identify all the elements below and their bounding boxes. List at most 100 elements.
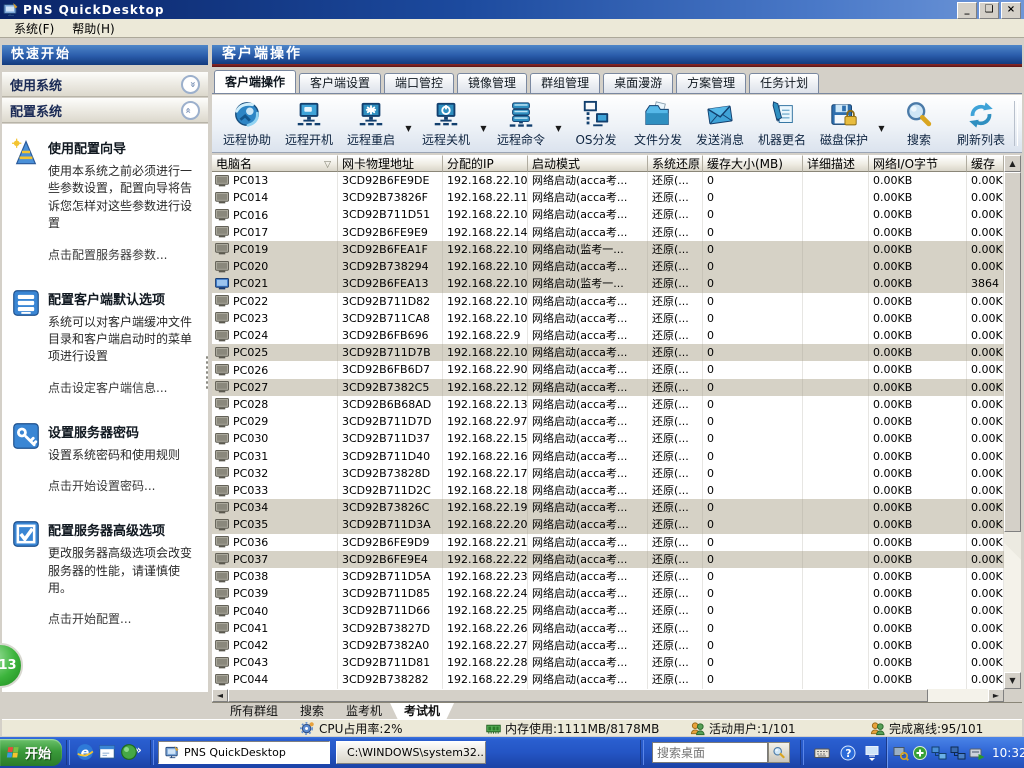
table-row[interactable]: PC0313CD92B711D40192.168.22.16网络启动(acca考… <box>212 448 1004 465</box>
disk-protect-dropdown-arrow-icon[interactable]: ▼ <box>875 95 888 152</box>
search-input[interactable] <box>652 742 768 763</box>
quicklaunch-sphere-icon[interactable] <box>120 743 138 761</box>
column-header-3[interactable]: 启动模式 <box>528 155 648 172</box>
tray-tray-drive-icon[interactable] <box>969 745 985 761</box>
tab-client-ops[interactable]: 客户端操作 <box>214 70 296 93</box>
quicklaunch-window-icon[interactable] <box>98 743 116 761</box>
tab-plan-mgmt[interactable]: 方案管理 <box>676 73 746 93</box>
search-go-button[interactable] <box>768 742 790 763</box>
sidebar-item-link-config-wizard[interactable]: 点击配置服务器参数... <box>48 246 198 263</box>
file-distribute-button[interactable]: 文件分发 <box>627 95 689 152</box>
table-row[interactable]: PC0143CD92B73826F192.168.22.112网络启动(acca… <box>212 189 1004 206</box>
sidebar-item-link-server-advanced[interactable]: 点击开始配置... <box>48 610 198 627</box>
table-row[interactable]: PC0383CD92B711D5A192.168.22.23网络启动(acca考… <box>212 568 1004 585</box>
table-row[interactable]: PC0163CD92B711D51192.168.22.102网络启动(acca… <box>212 206 1004 223</box>
column-header-2[interactable]: 分配的IP <box>443 155 528 172</box>
chevron-down-icon[interactable]: » <box>181 75 200 94</box>
tray-tray-net1-icon[interactable] <box>931 745 947 761</box>
table-row[interactable]: PC0403CD92B711D66192.168.22.25网络启动(acca考… <box>212 602 1004 619</box>
menu-item-system[interactable]: 系统(F) <box>6 19 62 38</box>
group-tab-all-groups[interactable]: 所有群组 <box>216 703 292 720</box>
search-button[interactable]: 搜索 <box>888 95 950 152</box>
rename-machine-button[interactable]: 机器更名 <box>751 95 813 152</box>
tray-tray-net2-icon[interactable] <box>950 745 966 761</box>
quicklaunch-browser-icon[interactable] <box>76 743 94 761</box>
table-row[interactable]: PC0393CD92B711D85192.168.22.24网络启动(acca考… <box>212 585 1004 602</box>
restore-button[interactable]: ❏ <box>979 2 999 19</box>
tray-tray-plus-icon[interactable] <box>912 745 928 761</box>
table-row[interactable]: PC0133CD92B6FE9DE192.168.22.109网络启动(acca… <box>212 172 1004 189</box>
table-row[interactable]: PC0193CD92B6FEA1F192.168.22.104网络启动(监考一.… <box>212 241 1004 258</box>
group-tab-proctor-machines[interactable]: 监考机 <box>332 703 396 720</box>
table-row[interactable]: PC0243CD92B6FB696192.168.22.9网络启动(acca考.… <box>212 327 1004 344</box>
close-button[interactable]: × <box>1001 2 1021 19</box>
table-row[interactable]: PC0333CD92B711D2C192.168.22.18网络启动(acca考… <box>212 482 1004 499</box>
table-row[interactable]: PC0263CD92B6FB6D7192.168.22.90网络启动(acca考… <box>212 361 1004 378</box>
table-row[interactable]: PC0443CD92B738282192.168.22.29网络启动(acca考… <box>212 671 1004 688</box>
remote-restart-dropdown-arrow-icon[interactable]: ▼ <box>402 95 415 152</box>
os-deploy-button[interactable]: OS分发 <box>565 95 627 152</box>
column-header-5[interactable]: 缓存大小(MB) <box>703 155 803 172</box>
table-row[interactable]: PC0253CD92B711D7B192.168.22.10网络启动(acca考… <box>212 344 1004 361</box>
menu-item-help[interactable]: 帮助(H) <box>64 19 122 38</box>
input-method-button[interactable] <box>812 743 832 762</box>
table-row[interactable]: PC0373CD92B6FE9E4192.168.22.22网络启动(acca考… <box>212 551 1004 568</box>
table-row[interactable]: PC0363CD92B6FE9D9192.168.22.21网络启动(acca考… <box>212 534 1004 551</box>
table-row[interactable]: PC0273CD92B7382C5192.168.22.12网络启动(acca考… <box>212 379 1004 396</box>
disk-protect-button[interactable]: 磁盘保护 <box>813 95 875 152</box>
column-header-7[interactable]: 网络I/O字节 <box>869 155 967 172</box>
sidebar-item-link-server-password[interactable]: 点击开始设置密码... <box>48 477 198 494</box>
cmd-task[interactable]: C:\WINDOWS\system32... <box>336 741 486 764</box>
tab-task-schedule[interactable]: 任务计划 <box>749 73 819 93</box>
show-desktop-button[interactable] <box>862 743 882 762</box>
remote-assist-button[interactable]: 远程协助 <box>216 95 278 152</box>
remote-command-dropdown-arrow-icon[interactable]: ▼ <box>552 95 565 152</box>
tab-image-mgmt[interactable]: 镜像管理 <box>457 73 527 93</box>
remote-command-button[interactable]: 远程命令 <box>490 95 552 152</box>
column-header-0[interactable]: 电脑名▽ <box>212 155 338 172</box>
table-row[interactable]: PC0303CD92B711D37192.168.22.15网络启动(acca考… <box>212 430 1004 447</box>
start-button[interactable]: 开始 <box>0 739 62 766</box>
remote-restart-button[interactable]: 远程重启 <box>340 95 402 152</box>
send-message-button[interactable]: 发送消息 <box>689 95 751 152</box>
table-row[interactable]: PC0293CD92B711D7D192.168.22.97网络启动(acca考… <box>212 413 1004 430</box>
tray-tray-pc-icon[interactable] <box>893 745 909 761</box>
tab-desktop-roam[interactable]: 桌面漫游 <box>603 73 673 93</box>
scroll-down-arrow-icon[interactable]: ▼ <box>1004 672 1021 689</box>
scroll-left-arrow-icon[interactable]: ◄ <box>212 689 228 702</box>
tab-port-control[interactable]: 端口管控 <box>384 73 454 93</box>
table-row[interactable]: PC0323CD92B73828D192.168.22.17网络启动(acca考… <box>212 465 1004 482</box>
table-row[interactable]: PC0213CD92B6FEA13192.168.22.106网络启动(监考一.… <box>212 275 1004 292</box>
remote-shutdown-button[interactable]: 远程关机 <box>415 95 477 152</box>
scroll-up-arrow-icon[interactable]: ▲ <box>1004 155 1021 172</box>
tab-group-mgmt[interactable]: 群组管理 <box>530 73 600 93</box>
table-row[interactable]: PC0353CD92B711D3A192.168.22.20网络启动(acca考… <box>212 516 1004 533</box>
group-tab-search[interactable]: 搜索 <box>286 703 338 720</box>
column-header-8[interactable]: 缓存 <box>967 155 1004 172</box>
vertical-scrollbar-thumb[interactable] <box>1004 172 1021 532</box>
minimize-button[interactable]: _ <box>957 2 977 19</box>
table-row[interactable]: PC0413CD92B73827D192.168.22.26网络启动(acca考… <box>212 620 1004 637</box>
refresh-list-button[interactable]: 刷新列表 <box>950 95 1012 152</box>
table-row[interactable]: PC0233CD92B711CA8192.168.22.108网络启动(acca… <box>212 310 1004 327</box>
group-tab-exam-machines[interactable]: 考试机 <box>390 703 454 720</box>
tab-client-settings[interactable]: 客户端设置 <box>299 73 381 93</box>
table-row[interactable]: PC0223CD92B711D82192.168.22.107网络启动(acca… <box>212 293 1004 310</box>
sidebar-section-config-system[interactable]: 配置系统 » <box>2 98 208 123</box>
table-row[interactable]: PC0433CD92B711D81192.168.22.28网络启动(acca考… <box>212 654 1004 671</box>
column-header-1[interactable]: 网卡物理地址 <box>338 155 443 172</box>
sidebar-section-use-system[interactable]: 使用系统 » <box>2 72 208 97</box>
splitter-handle[interactable] <box>205 355 210 389</box>
horizontal-scrollbar-thumb[interactable] <box>228 689 928 702</box>
column-header-4[interactable]: 系统还原 <box>648 155 703 172</box>
column-header-6[interactable]: 详细描述 <box>803 155 869 172</box>
scroll-right-arrow-icon[interactable]: ► <box>988 689 1004 702</box>
table-row[interactable]: PC0203CD92B738294192.168.22.105网络启动(acca… <box>212 258 1004 275</box>
remote-shutdown-dropdown-arrow-icon[interactable]: ▼ <box>477 95 490 152</box>
table-row[interactable]: PC0423CD92B7382A0192.168.22.27网络启动(acca考… <box>212 637 1004 654</box>
remote-poweron-button[interactable]: 远程开机 <box>278 95 340 152</box>
sidebar-item-link-client-defaults[interactable]: 点击设定客户端信息... <box>48 379 198 396</box>
pns-quickdesktop-task[interactable]: PNS QuickDesktop <box>158 741 330 764</box>
help-button[interactable] <box>838 743 858 762</box>
chevron-up-icon[interactable]: » <box>181 101 200 120</box>
